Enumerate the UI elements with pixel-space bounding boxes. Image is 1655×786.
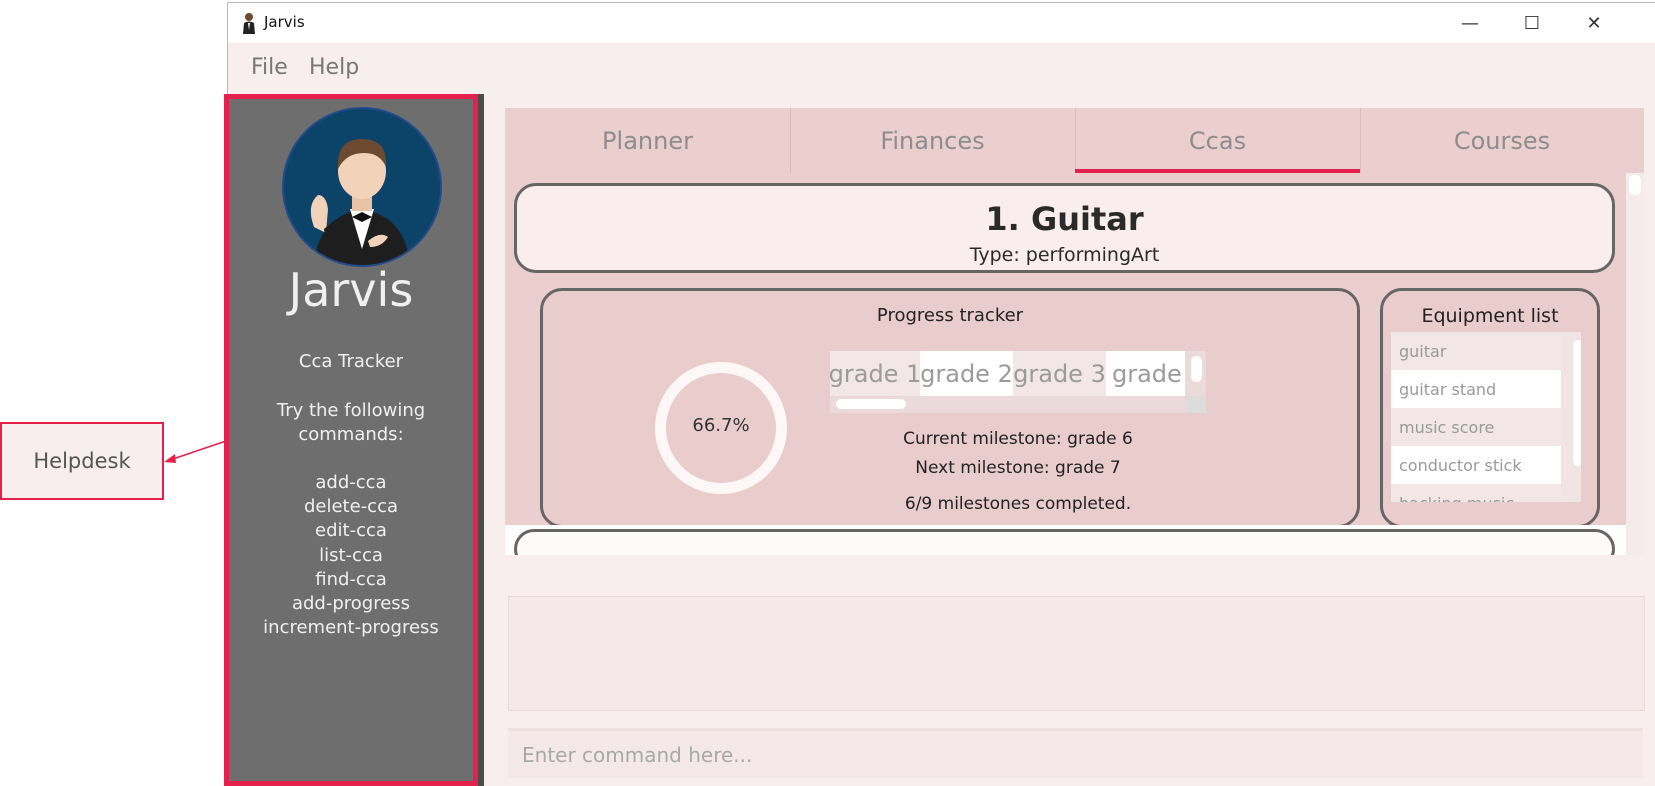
- close-icon: ✕: [1586, 12, 1602, 34]
- menu-bar: File Help: [228, 43, 1655, 93]
- minimize-icon: —: [1461, 12, 1479, 34]
- command-list: add-cca delete-cca edit-cca list-cca fin…: [229, 471, 473, 640]
- menu-help[interactable]: Help: [309, 55, 359, 80]
- milestone-vscroll-thumb[interactable]: [1191, 356, 1202, 382]
- helpdesk-label: Helpdesk: [33, 449, 131, 473]
- command-item: add-progress: [291, 593, 411, 615]
- maximize-icon: ☐: [1523, 12, 1541, 34]
- current-milestone: Current milestone: grade 6: [903, 429, 1133, 449]
- app-window: Jarvis — ☐ ✕ File Help Jarvis Cca Tracke…: [224, 2, 1655, 786]
- tab-ccas[interactable]: Ccas: [1075, 108, 1360, 173]
- tab-planner[interactable]: Planner: [505, 108, 790, 173]
- equipment-item: conductor stick: [1391, 446, 1561, 484]
- close-button[interactable]: ✕: [1563, 3, 1625, 43]
- command-item: delete-cca: [303, 496, 399, 518]
- cca-type: Type: performingArt: [969, 244, 1160, 266]
- milestone-list[interactable]: grade 1 grade 2 grade 3 grade 4: [830, 351, 1206, 413]
- command-item: add-cca: [315, 472, 387, 493]
- command-item: find-cca: [315, 568, 387, 590]
- menu-file[interactable]: File: [251, 55, 288, 80]
- equipment-item: guitar stand: [1391, 370, 1561, 408]
- next-milestone: Next milestone: grade 7: [915, 458, 1121, 478]
- equipment-list-title: Equipment list: [1421, 305, 1559, 327]
- milestone-item: grade 1: [830, 351, 920, 396]
- maximize-button[interactable]: ☐: [1501, 3, 1563, 43]
- result-display: [508, 596, 1645, 711]
- cca-list-panel[interactable]: 1. Guitar Type: performingArt Progress t…: [505, 173, 1644, 555]
- cca-list-scrollbar-thumb[interactable]: [1629, 175, 1641, 195]
- sidebar-title: Jarvis: [288, 263, 414, 317]
- sidebar-prompt-line1: Try the following: [276, 400, 426, 421]
- equipment-scrollbar-thumb[interactable]: [1573, 340, 1581, 466]
- callout-arrow: [164, 440, 227, 463]
- helpdesk-callout: Helpdesk: [0, 422, 164, 500]
- helpdesk-sidebar: Jarvis Cca Tracker Try the following com…: [224, 94, 478, 786]
- milestones-completed: 6/9 milestones completed.: [904, 494, 1132, 514]
- butler-icon: [243, 13, 255, 34]
- sidebar-subtitle: Cca Tracker: [298, 351, 404, 372]
- milestone-item: grade 3: [1013, 351, 1106, 396]
- cca-list-scrollbar[interactable]: [1626, 173, 1644, 555]
- minimize-button[interactable]: —: [1439, 3, 1501, 43]
- cca-name: 1. Guitar: [985, 200, 1144, 238]
- milestone-item: grade 2: [920, 351, 1013, 396]
- equipment-item: guitar: [1391, 332, 1561, 370]
- tab-finances[interactable]: Finances: [790, 108, 1075, 173]
- command-item: list-cca: [319, 544, 383, 566]
- sidebar-divider: [478, 94, 484, 786]
- equipment-list[interactable]: guitar guitar stand music score conducto…: [1391, 332, 1581, 502]
- command-input[interactable]: [508, 731, 1643, 778]
- sidebar-prompt: Try the following commands:: [229, 399, 473, 447]
- progress-tracker: Progress tracker 66.7% grade 1 grade 2 g…: [540, 288, 1360, 528]
- tab-courses[interactable]: Courses: [1360, 108, 1644, 173]
- scroll-corner: [1185, 396, 1206, 413]
- progress-percent: 66.7%: [692, 415, 750, 436]
- command-item: increment-progress: [263, 617, 439, 639]
- butler-avatar: [282, 107, 442, 267]
- sidebar-prompt-line2: commands:: [298, 424, 404, 445]
- equipment-list-card: Equipment list guitar guitar stand music…: [1380, 288, 1600, 528]
- next-cca-card[interactable]: [514, 529, 1615, 555]
- command-item: edit-cca: [315, 520, 387, 542]
- tab-bar: Planner Finances Ccas Courses: [505, 108, 1644, 173]
- title-bar: Jarvis — ☐ ✕: [228, 3, 1655, 43]
- equipment-item: music score: [1391, 408, 1561, 446]
- milestone-item: grade 4: [1106, 351, 1185, 396]
- equipment-item: backing music: [1391, 484, 1561, 502]
- progress-tracker-title: Progress tracker: [876, 305, 1024, 326]
- butler-illustration: [310, 139, 410, 265]
- milestone-hscroll-thumb[interactable]: [836, 399, 906, 409]
- window-title: Jarvis: [264, 13, 305, 31]
- cca-header: 1. Guitar Type: performingArt: [514, 183, 1615, 273]
- command-box: [508, 728, 1643, 778]
- cca-card[interactable]: 1. Guitar Type: performingArt Progress t…: [505, 173, 1626, 555]
